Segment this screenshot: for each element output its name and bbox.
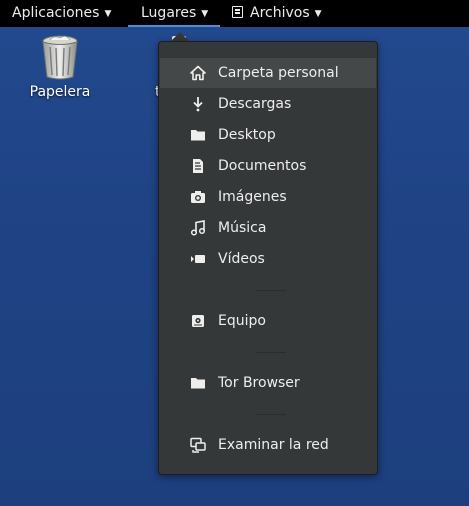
places-menu-button[interactable]: Lugares ▼ [128,0,221,27]
folder-icon [191,378,205,389]
places-dropdown-menu: Carpeta personal Descargas Desktop Docum… [158,41,378,475]
menu-item-label: Equipo [218,313,266,329]
video-icon [191,255,205,263]
network-icon [190,437,206,453]
camera-icon [191,191,205,203]
trash-icon [42,35,78,80]
menu-item-label: Carpeta personal [218,65,339,81]
folder-icon [191,130,205,141]
menu-item-label: Música [218,220,267,236]
applications-menu-button[interactable]: Aplicaciones ▼ [12,0,111,27]
files-label: Archivos [250,5,310,21]
menu-separator [256,352,286,353]
menu-item-label: Vídeos [218,251,265,267]
chevron-down-icon: ▼ [201,9,209,19]
menu-item-videos[interactable]: Vídeos [160,244,376,274]
home-icon [190,65,206,81]
places-label: Lugares [141,5,197,21]
menu-separator [256,414,286,415]
menu-item-downloads[interactable]: Descargas [160,89,376,119]
chevron-down-icon: ▼ [104,9,112,19]
menu-item-music[interactable]: Música [160,213,376,243]
menu-item-label: Imágenes [218,189,287,205]
menu-item-desktop[interactable]: Desktop [160,120,376,150]
menu-item-label: Examinar la red [218,437,329,453]
menu-item-documents[interactable]: Documentos [160,151,376,181]
menu-item-label: Descargas [218,96,292,112]
menu-item-browse-network[interactable]: Examinar la red [160,430,376,460]
trash-label: Papelera [29,84,91,100]
menu-item-label: Documentos [218,158,307,174]
menu-item-pictures[interactable]: Imágenes [160,182,376,212]
chevron-down-icon: ▼ [314,9,322,19]
top-panel: Aplicaciones ▼ Lugares ▼ Archivos ▼ [0,0,469,27]
menu-item-home-folder[interactable]: Carpeta personal [160,58,376,88]
file-cabinet-icon [232,6,243,18]
menu-item-label: Tor Browser [218,375,300,391]
trash-desktop-icon[interactable]: Papelera [22,34,98,100]
menu-item-tor-browser[interactable]: Tor Browser [160,368,376,398]
applications-label: Aplicaciones [12,5,100,21]
music-icon [190,220,206,236]
files-app-menu-button[interactable]: Archivos ▼ [232,0,322,27]
document-icon [193,159,203,173]
menu-item-label: Desktop [218,127,276,143]
menu-item-computer[interactable]: Equipo [160,306,376,336]
download-icon [193,97,203,112]
menu-separator [256,290,286,291]
drive-icon [192,315,204,327]
